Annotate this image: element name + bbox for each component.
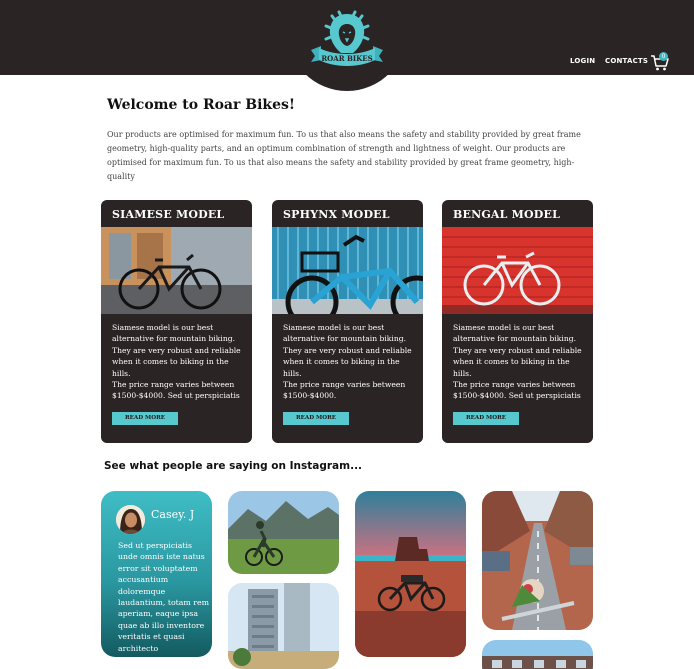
instagram-photo-desert[interactable]: [355, 491, 466, 657]
product-card-sphynx: SPHYNX MODEL Siamese model is our best a…: [272, 200, 423, 443]
instagram-photo-street[interactable]: [482, 491, 593, 630]
card-title: SIAMESE MODEL: [112, 208, 225, 221]
testimonial-text: Sed ut perspiciatis unde omnis iste natu…: [118, 541, 210, 653]
instagram-photo-mountains[interactable]: [228, 491, 339, 574]
roar-bikes-lion-logo[interactable]: ROAR BIKES: [305, 10, 389, 72]
user-avatar: [116, 505, 145, 534]
welcome-paragraph: Our products are optimised for maximum f…: [107, 130, 581, 181]
cart-count-badge: 0: [659, 52, 668, 61]
siamese-bike-image: [101, 227, 252, 314]
card-description: Siamese model is our best alternative fo…: [112, 323, 241, 401]
card-title: BENGAL MODEL: [453, 208, 561, 221]
instagram-photo-city[interactable]: [228, 583, 339, 669]
read-more-button[interactable]: READ MORE: [283, 412, 349, 425]
instagram-photo-houses[interactable]: [482, 640, 593, 669]
card-description: Siamese model is our best alternative fo…: [283, 323, 412, 401]
sphynx-bike-image: [272, 227, 423, 314]
login-link[interactable]: LOGIN: [570, 57, 595, 65]
testimonial-card: Casey. J Sed ut perspiciatis unde omnis …: [101, 491, 212, 657]
card-description: Siamese model is our best alternative fo…: [453, 323, 582, 401]
logo-wordmark: ROAR BIKES: [321, 54, 372, 63]
testimonial-author: Casey. J: [151, 508, 195, 521]
contacts-link[interactable]: CONTACTS: [605, 57, 648, 65]
product-card-siamese: SIAMESE MODEL Siamese model is our best …: [101, 200, 252, 443]
read-more-button[interactable]: READ MORE: [453, 412, 519, 425]
read-more-button[interactable]: READ MORE: [112, 412, 178, 425]
bengal-bike-image: [442, 227, 593, 314]
welcome-heading: Welcome to Roar Bikes!: [107, 97, 296, 113]
instagram-heading: See what people are saying on Instagram.…: [104, 460, 363, 472]
product-card-bengal: BENGAL MODEL Siamese model is our best a…: [442, 200, 593, 443]
card-title: SPHYNX MODEL: [283, 208, 390, 221]
